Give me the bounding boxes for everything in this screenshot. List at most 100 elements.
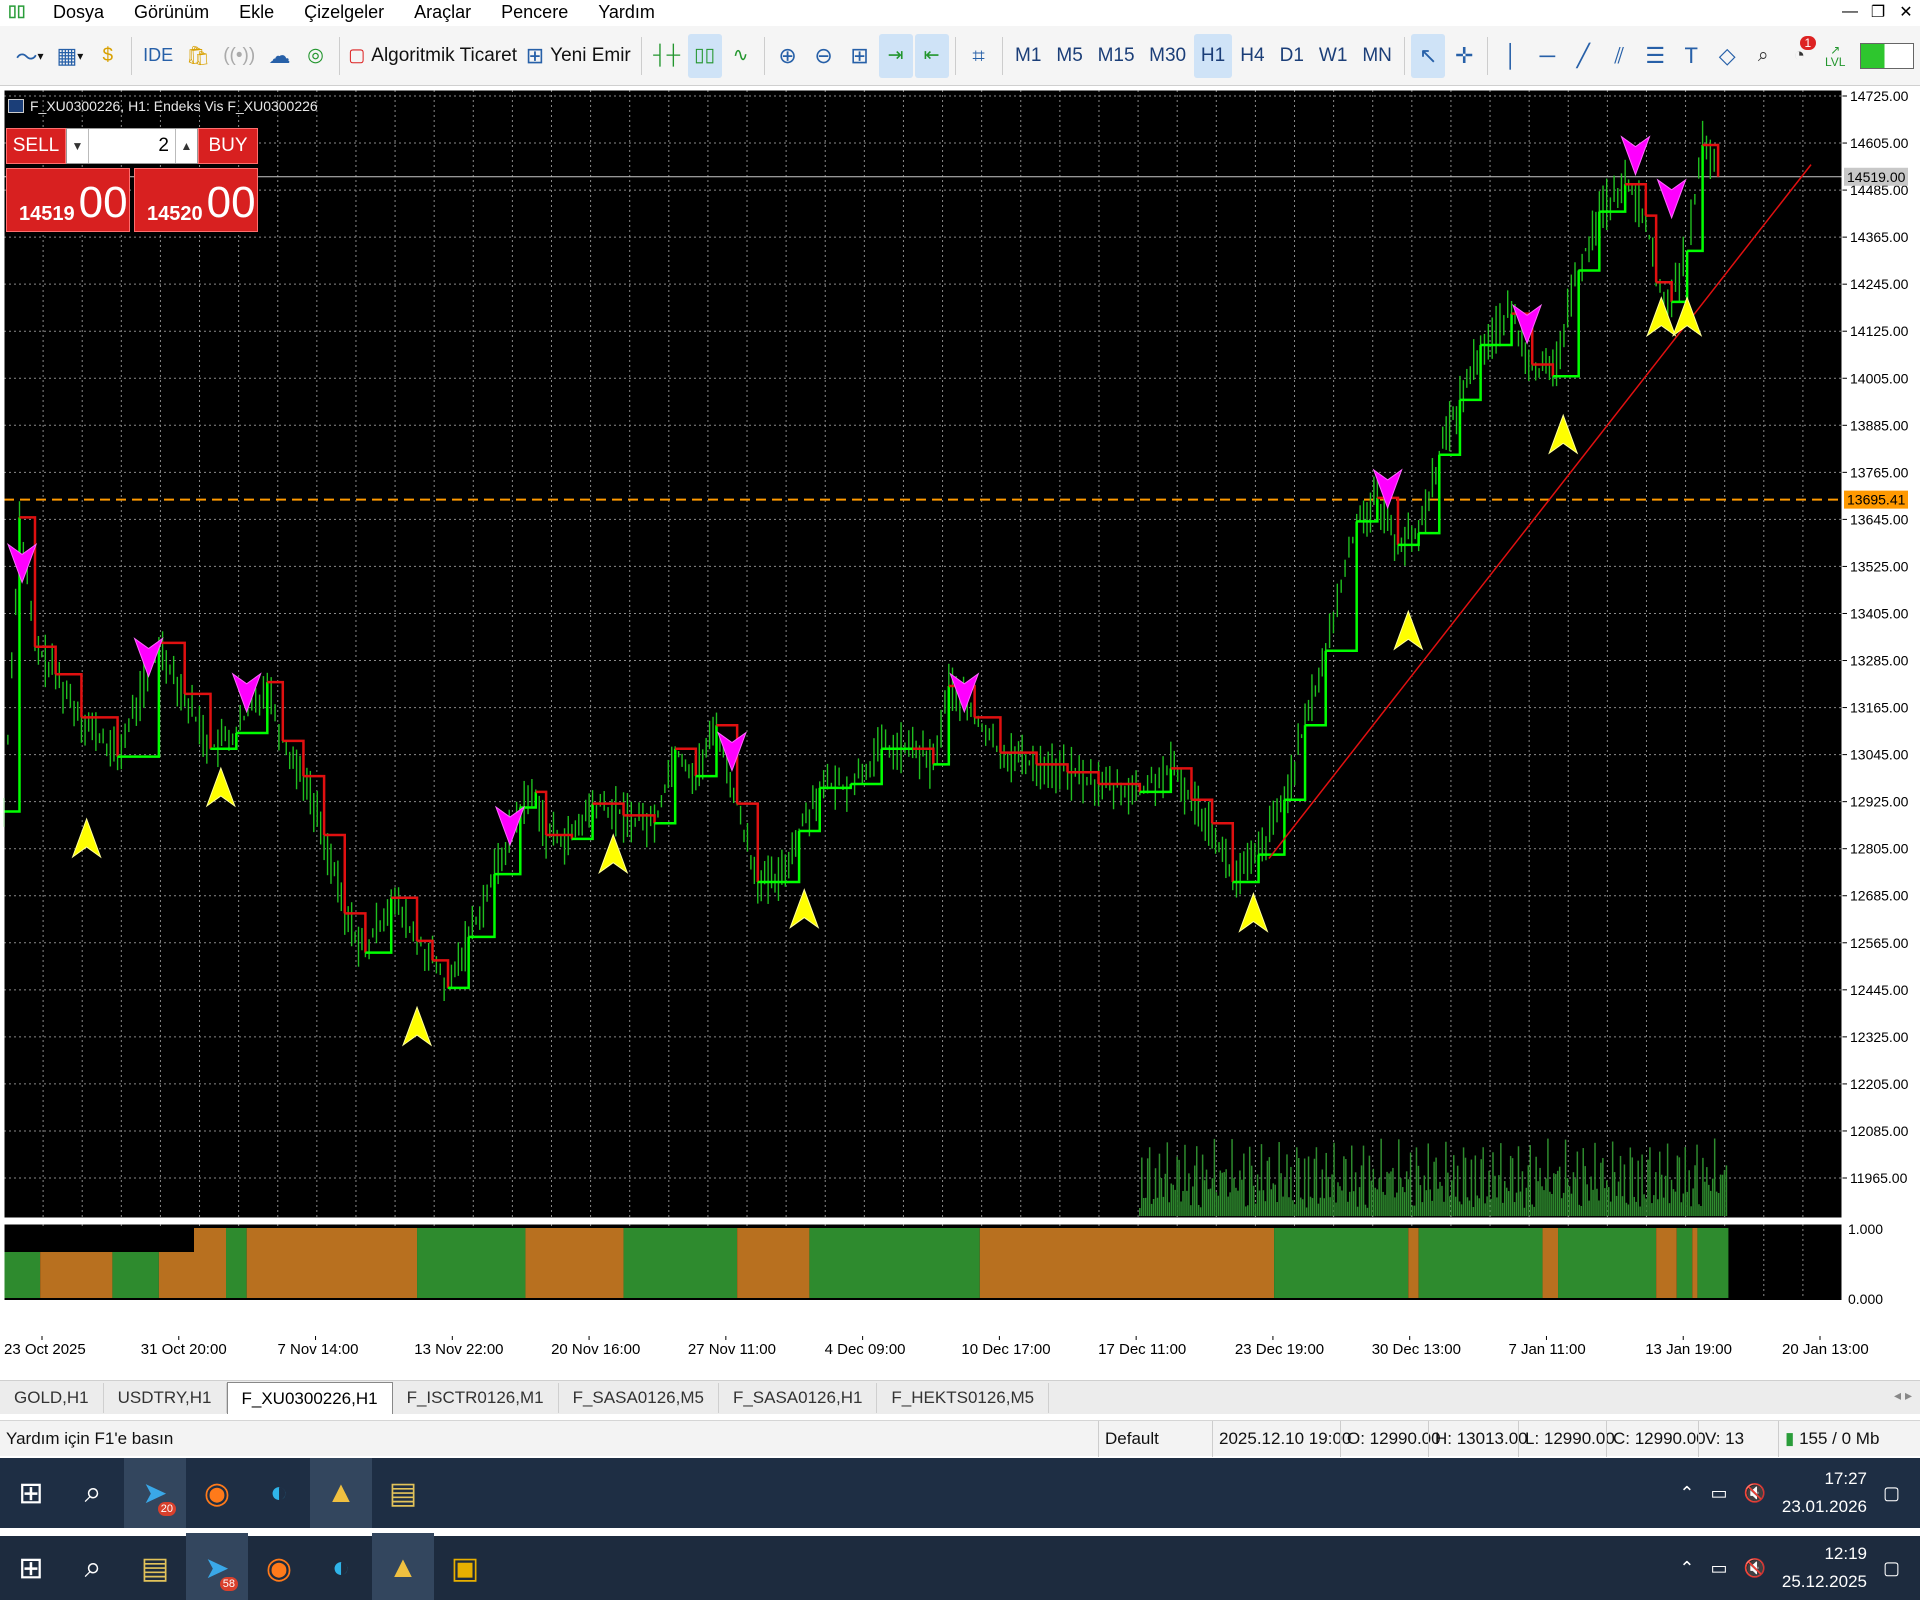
screenshot-button[interactable]: ⌗ [962, 34, 996, 78]
indicator-segment [1542, 1228, 1559, 1298]
time-axis-label: 30 Dec 13:00 [1372, 1341, 1461, 1358]
menu-file[interactable]: Dosya [38, 0, 119, 24]
speaker-muted-icon[interactable]: 🔇 [1743, 1483, 1765, 1504]
price-chart[interactable]: 14725.0014605.0014485.0014365.0014245.00… [0, 86, 1920, 1376]
ask-price[interactable]: 14520 00 [134, 168, 258, 232]
market-button[interactable]: 🛍 [181, 34, 216, 78]
bid-price[interactable]: 14519 00 [6, 168, 130, 232]
menu-tools[interactable]: Araçlar [399, 0, 486, 24]
timeframe-mn[interactable]: MN [1356, 34, 1398, 78]
search-button[interactable]: ⌕ [1746, 34, 1780, 78]
speaker-muted-icon[interactable]: 🔇 [1743, 1558, 1765, 1579]
status-high: H: 13013.00 [1428, 1420, 1528, 1457]
notes-app-icon[interactable]: ▣ [434, 1533, 496, 1600]
search-icon[interactable]: ⌕ [62, 1458, 124, 1528]
buy-button[interactable]: BUY [198, 128, 258, 164]
algo-trading-button[interactable]: ▢ Algoritmik Ticaret [346, 34, 520, 78]
tab-f-sasa0126-m5[interactable]: F_SASA0126,M5 [559, 1382, 719, 1413]
menu-charts[interactable]: Çizelgeler [289, 0, 399, 24]
quantity-stepper[interactable]: ▼ 2 ▲ [66, 128, 198, 164]
windows-start-icon[interactable]: ⊞ [0, 1458, 62, 1528]
chart-window[interactable]: 14725.00 14605.00 14485.00 14365.00 14245.00… [0, 86, 1920, 1376]
crosshair-tool-button[interactable]: ✛ [1447, 34, 1481, 78]
timeframe-w1[interactable]: W1 [1312, 34, 1353, 78]
menu-window[interactable]: Pencere [486, 0, 583, 24]
battery-icon[interactable]: ▭ [1710, 1483, 1727, 1504]
chevron-up-icon[interactable]: ▲ [175, 129, 197, 163]
horizontal-line-tool[interactable]: ─ [1530, 34, 1564, 78]
line-chart-button[interactable]: ∿ [724, 34, 758, 78]
clock[interactable]: 12:19 25.12.2025 [1782, 1540, 1867, 1596]
vps-button[interactable]: ☁ [263, 34, 297, 78]
tab-usdtry-h1[interactable]: USDTRY,H1 [104, 1382, 227, 1413]
firefox-icon[interactable]: ◉ [186, 1458, 248, 1528]
signals-button[interactable]: ((•)) [218, 34, 261, 78]
candles-button[interactable]: ▯▯ [687, 33, 722, 78]
chevron-up-icon[interactable]: ⌃ [1679, 1558, 1694, 1579]
edge-icon[interactable]: ◐ [310, 1533, 372, 1600]
sell-button[interactable]: SELL [6, 128, 66, 164]
zoom-out-button[interactable]: ⊖ [807, 34, 841, 78]
chevron-down-icon[interactable]: ▼ [67, 129, 89, 163]
auto-scroll-button[interactable]: ⇥ [878, 33, 913, 78]
community-button[interactable]: ◎ [299, 34, 333, 78]
timeframe-h4[interactable]: H4 [1234, 34, 1271, 78]
trendline-tool[interactable]: ╱ [1566, 34, 1600, 78]
dollar-icon: $ [102, 44, 114, 66]
clock[interactable]: 17:27 23.01.2026 [1782, 1465, 1867, 1521]
indicators-dropdown[interactable]: ▦ ▾ [51, 34, 89, 78]
windows-start-icon[interactable]: ⊞ [0, 1533, 62, 1600]
status-open: O: 12990.00 [1340, 1420, 1441, 1457]
chart-type-dropdown[interactable]: 〜 ▾ [10, 34, 49, 78]
tab-f-xu0300226-h1[interactable]: F_XU0300226,H1 [226, 1381, 393, 1414]
chevron-up-icon[interactable]: ⌃ [1679, 1483, 1694, 1504]
tile-windows-button[interactable]: ⊞ [843, 34, 877, 78]
menu-help[interactable]: Yardım [583, 0, 670, 24]
timeframe-m5[interactable]: M5 [1050, 34, 1089, 78]
bar-chart-button[interactable]: ┤┼ [648, 34, 686, 78]
notifications-button[interactable]: ◔ 1 [1782, 34, 1817, 78]
tab-f-hekts0126-m5[interactable]: F_HEKTS0126,M5 [877, 1382, 1050, 1413]
timeframe-m15[interactable]: M15 [1091, 34, 1141, 78]
restore-icon[interactable]: ❐ [1864, 0, 1892, 24]
channel-tool[interactable]: ⫽ [1602, 34, 1636, 78]
telegram-icon[interactable]: ➤ 58 [186, 1533, 248, 1600]
chart-window-icon [8, 99, 24, 113]
ide-button[interactable]: IDE [138, 34, 179, 78]
telegram-icon[interactable]: ➤ 20 [124, 1458, 186, 1528]
metatrader-icon[interactable]: ▲ [372, 1533, 434, 1600]
menu-view[interactable]: Görünüm [119, 0, 224, 24]
metatrader-icon[interactable]: ▲ [310, 1458, 372, 1528]
notification-center-icon[interactable]: ▢ [1883, 1483, 1900, 1504]
search-icon[interactable]: ⌕ [62, 1533, 124, 1600]
firefox-icon[interactable]: ◉ [248, 1533, 310, 1600]
file-archive-icon[interactable]: ▤ [372, 1458, 434, 1528]
chart-shift-button[interactable]: ⇤ [914, 33, 949, 78]
timeframe-d1[interactable]: D1 [1273, 34, 1310, 78]
zoom-out-icon: ⊖ [814, 42, 833, 68]
new-order-button[interactable]: ⊞ Yeni Emir [522, 34, 635, 78]
menu-insert[interactable]: Ekle [224, 0, 289, 24]
fibonacci-tool[interactable]: ☰ [1638, 34, 1672, 78]
minimize-icon[interactable]: — [1836, 0, 1864, 24]
file-archive-icon[interactable]: ▤ [124, 1533, 186, 1600]
close-icon[interactable]: ✕ [1892, 0, 1920, 24]
tab-f-sasa0126-h1[interactable]: F_SASA0126,H1 [719, 1382, 878, 1413]
cursor-tool-button[interactable]: ↖ [1411, 33, 1446, 78]
text-tool[interactable]: T [1674, 34, 1708, 78]
battery-icon[interactable]: ▭ [1710, 1558, 1727, 1579]
tab-scroll-arrows[interactable]: ◂ ▸ [1894, 1387, 1912, 1404]
quantity-value[interactable]: 2 [89, 135, 175, 157]
timeframe-m30[interactable]: M30 [1143, 34, 1193, 78]
tab-f-isctr0126-m1[interactable]: F_ISCTR0126,M1 [393, 1382, 559, 1413]
edge-icon[interactable]: ◐ [248, 1458, 310, 1528]
notification-center-icon[interactable]: ▢ [1883, 1558, 1900, 1579]
zoom-in-button[interactable]: ⊕ [771, 34, 805, 78]
timeframe-h1[interactable]: H1 [1194, 33, 1232, 78]
market-watch-button[interactable]: $ [91, 34, 125, 78]
vertical-line-tool[interactable]: │ [1494, 34, 1528, 78]
timeframe-m1[interactable]: M1 [1009, 34, 1048, 78]
lvl-button[interactable]: ↗ LVL [1818, 34, 1852, 78]
tab-gold-h1[interactable]: GOLD,H1 [0, 1382, 104, 1413]
shapes-tool[interactable]: ◇ [1710, 34, 1744, 78]
